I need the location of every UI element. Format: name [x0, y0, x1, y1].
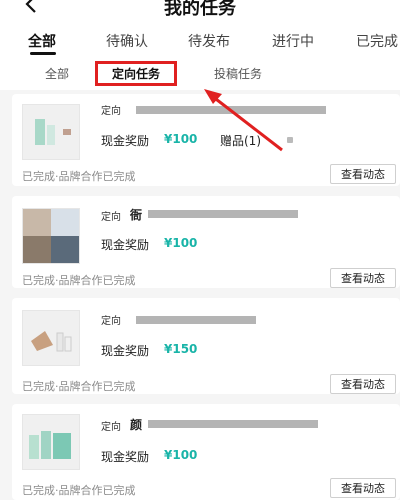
product-thumbnail [22, 208, 80, 264]
redacted-name [136, 106, 326, 114]
product-thumbnail [22, 104, 80, 160]
brand-name-initial: 衙 [130, 208, 143, 222]
task-type-tag: 定向 [101, 422, 121, 433]
sub-tabs: 全部 定向任务 投稿任务 [0, 58, 400, 90]
reward-amount: ¥100 [164, 236, 198, 250]
task-type-tag: 定向 [101, 316, 121, 327]
status-tabs: 全部 待确认 待发布 进行中 已完成 [0, 22, 400, 58]
redacted-name [148, 420, 318, 428]
annotation-highlight-box [95, 61, 177, 86]
header: 我的任务 [0, 0, 400, 22]
page-title: 我的任务 [164, 0, 236, 19]
view-updates-button[interactable]: 查看动态 [330, 374, 396, 394]
product-image-icon [23, 209, 79, 263]
task-card[interactable]: 定向 衙 现金奖励 ¥100 已完成·品牌合作已完成 查看动态 [12, 196, 400, 288]
reward-label: 现金奖励 [101, 450, 150, 464]
redacted-name [136, 316, 256, 324]
reward-amount: ¥150 [164, 342, 198, 356]
task-type-tag: 定向 [101, 212, 121, 223]
product-image-icon [31, 331, 72, 352]
product-image-icon [29, 431, 71, 459]
tab-pending-publish[interactable]: 待发布 [188, 31, 230, 51]
product-thumbnail [22, 414, 80, 470]
subtab-all[interactable]: 全部 [45, 65, 69, 82]
reward-amount: ¥100 [164, 448, 198, 462]
view-updates-button[interactable]: 查看动态 [330, 268, 396, 288]
task-status-footer: 已完成·品牌合作已完成 [22, 484, 136, 497]
tab-pending-confirm[interactable]: 待确认 [106, 31, 148, 51]
task-status-footer: 已完成·品牌合作已完成 [22, 170, 136, 183]
reward-label: 现金奖励 [101, 238, 150, 252]
product-thumbnail [22, 310, 80, 366]
task-card[interactable]: 定向 现金奖励 ¥150 已完成·品牌合作已完成 查看动态 [12, 298, 400, 394]
reward-amount: ¥100 [164, 132, 198, 146]
brand-name-initial: 颜 [130, 418, 143, 432]
view-updates-button[interactable]: 查看动态 [330, 164, 396, 184]
task-status-footer: 已完成·品牌合作已完成 [22, 274, 136, 287]
tab-completed[interactable]: 已完成 [356, 31, 398, 51]
redacted-name [148, 210, 298, 218]
tab-all[interactable]: 全部 [28, 31, 56, 51]
product-image-icon [35, 119, 71, 145]
gift-label: 赠品(1) [220, 134, 261, 148]
task-card[interactable]: 定向 颜 现金奖励 ¥100 已完成·品牌合作已完成 查看动态 [12, 404, 400, 500]
tab-in-progress[interactable]: 进行中 [272, 31, 314, 51]
subtab-submission-tasks[interactable]: 投稿任务 [214, 65, 262, 82]
active-tab-underline [30, 52, 56, 55]
task-card[interactable]: 定向 现金奖励 ¥100 赠品(1) 已完成·品牌合作已完成 查看动态 [12, 94, 400, 186]
view-updates-button[interactable]: 查看动态 [330, 478, 396, 498]
task-status-footer: 已完成·品牌合作已完成 [22, 380, 136, 393]
gift-icon [287, 137, 293, 143]
reward-label: 现金奖励 [101, 134, 150, 148]
reward-label: 现金奖励 [101, 344, 150, 358]
task-type-tag: 定向 [101, 106, 121, 117]
